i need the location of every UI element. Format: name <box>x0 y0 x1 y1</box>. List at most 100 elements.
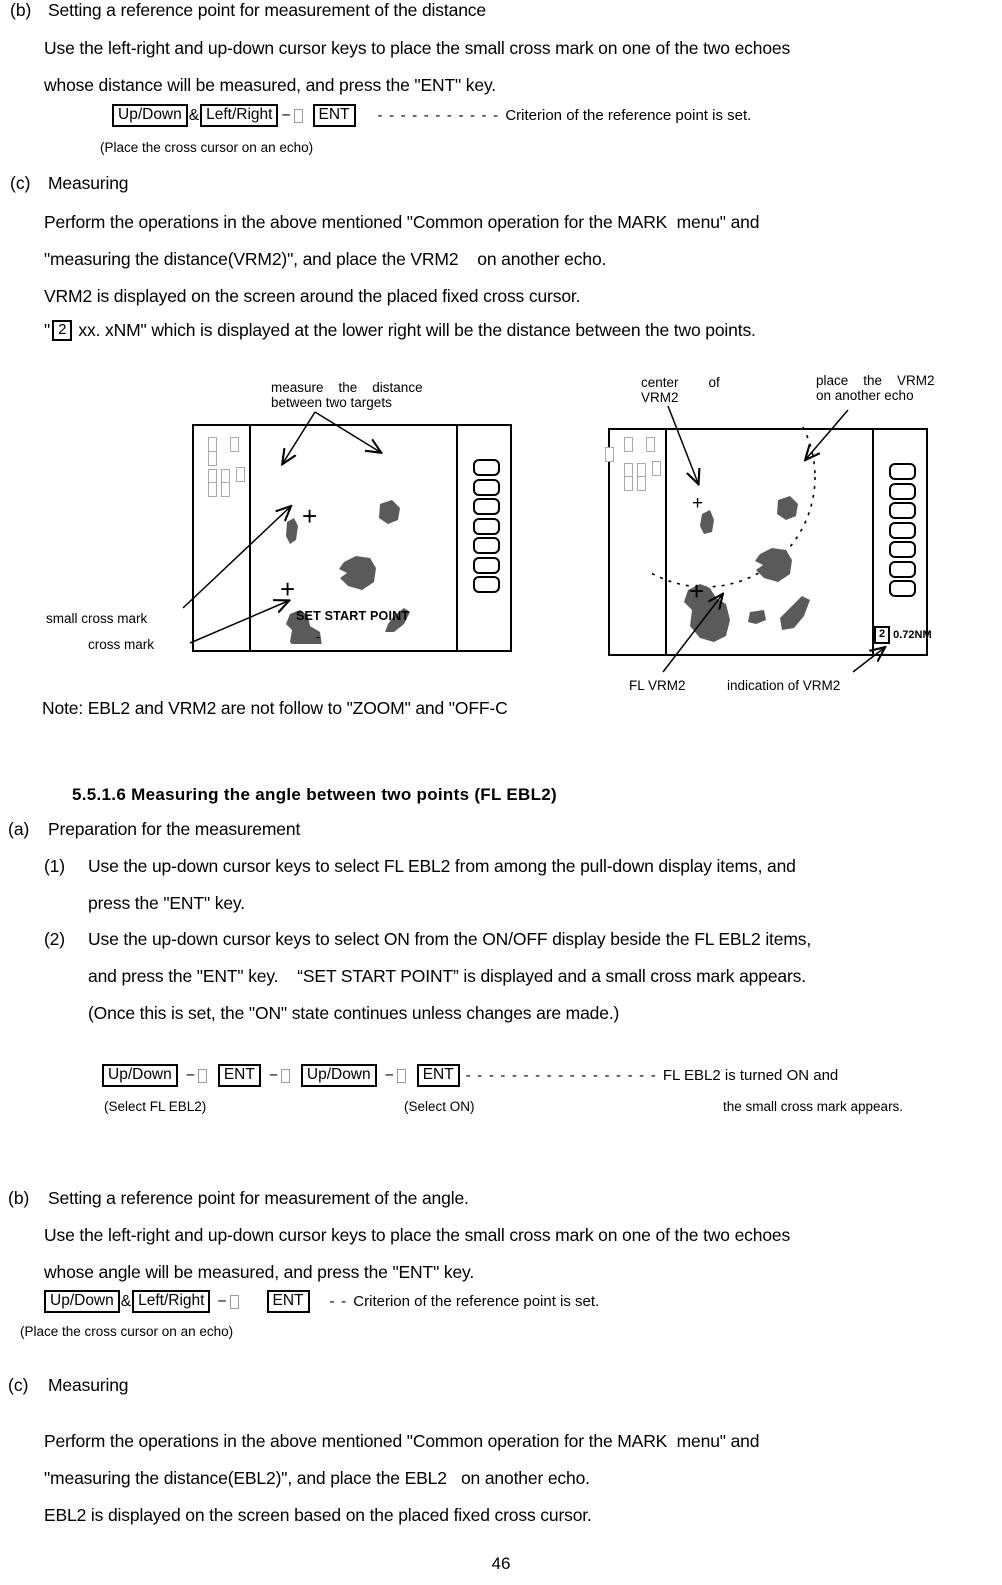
info-glyph-icon <box>230 437 239 452</box>
label-small-cross-mark: small cross mark <box>46 611 148 626</box>
info-glyph-icon <box>624 437 633 452</box>
section-b-angle-title: Setting a reference point for measuremen… <box>48 1188 469 1208</box>
vrm2-index: 2 <box>874 626 891 644</box>
section-a-item1-marker: (1) <box>44 856 65 876</box>
radar-left-divider-1 <box>249 426 251 650</box>
info-glyph-icon <box>624 476 633 491</box>
softkey-7[interactable] <box>889 580 916 597</box>
section-b-angle-line2: whose angle will be measured, and press … <box>44 1262 475 1282</box>
vrm2-center-cross: + <box>692 493 704 514</box>
section-c2-title: Measuring <box>48 1375 129 1395</box>
section-b-marker: (b) <box>10 0 32 20</box>
arrow-missing-glyph-icon <box>229 1294 239 1309</box>
softkey-2[interactable] <box>889 482 916 500</box>
keyflow-sub-select-on: (Select ON) <box>404 1099 475 1114</box>
vrm2-distance-value: 0.72NM <box>893 628 932 641</box>
radar-display-right: + + 2 0.72NM <box>605 422 932 656</box>
figure-right-callout-place: place the VRM2 on another echo <box>816 373 935 404</box>
screen-dash-mark: - <box>316 629 321 644</box>
softkey-strip-left[interactable] <box>473 459 500 593</box>
radar-left-divider-2 <box>456 426 458 650</box>
section-a-item1-line2: press the "ENT" key. <box>88 893 245 913</box>
section-b-angle-subnote: (Place the cross cursor on an echo) <box>20 1324 234 1339</box>
key-up-down-2[interactable]: Up/Down <box>300 1064 377 1088</box>
section-c-line1: Perform the operations in the above ment… <box>44 212 760 232</box>
section-b-line2: whose distance will be measured, and pre… <box>44 75 496 95</box>
note-text: Note: EBL2 and VRM2 are not follow to "Z… <box>42 698 508 718</box>
softkey-6[interactable] <box>889 560 916 578</box>
info-glyph-icon <box>637 476 646 491</box>
section-c2-line3: EBL2 is displayed on the screen based on… <box>44 1505 592 1525</box>
key-ent-2[interactable]: ENT <box>416 1064 460 1088</box>
section-c2-line1: Perform the operations in the above ment… <box>44 1431 760 1451</box>
section-c-marker: (c) <box>10 173 31 193</box>
cursor-cross-small-mark: + <box>280 574 296 604</box>
arrow-missing-glyph-icon <box>280 1068 290 1083</box>
section-a-title: Preparation for the measurement <box>48 819 301 839</box>
softkey-7[interactable] <box>473 576 500 593</box>
softkey-1[interactable] <box>473 459 500 476</box>
label-indication-of-vrm2: indication of VRM2 <box>727 678 841 693</box>
key-sequence-fl-ebl2-on: Up/Down − ENT − Up/Down − ENT - - - - - … <box>102 1064 839 1088</box>
section-b-angle-marker: (b) <box>8 1188 30 1208</box>
softkey-strip-right[interactable] <box>889 463 916 597</box>
softkey-6[interactable] <box>473 556 500 574</box>
info-glyph-icon <box>208 451 217 466</box>
cursor-cross-large: + <box>302 501 318 531</box>
info-glyph-icon <box>208 437 217 452</box>
arrow-missing-glyph-icon <box>197 1068 207 1083</box>
key-left-right[interactable]: Left/Right <box>200 104 279 128</box>
key-dashes: - - - - - - - - - - - - - - - - - <box>465 1067 657 1085</box>
key-up-down-1[interactable]: Up/Down <box>102 1064 178 1088</box>
page-number: 46 <box>491 1554 511 1573</box>
softkey-3[interactable] <box>889 502 916 519</box>
key-minus-2: − <box>268 1066 278 1084</box>
softkey-4[interactable] <box>889 521 916 539</box>
key-result-line1: FL EBL2 is turned ON and <box>662 1067 839 1085</box>
section-a-item2-line1: Use the up-down cursor keys to select ON… <box>88 929 812 949</box>
softkey-1[interactable] <box>889 463 916 480</box>
softkey-2[interactable] <box>473 478 500 496</box>
key-dashes: - - <box>329 1293 348 1311</box>
key-result: Criterion of the reference point is set. <box>353 1293 600 1311</box>
key-ampersand: & <box>120 1292 132 1310</box>
softkey-5[interactable] <box>889 541 916 558</box>
quote-open: " <box>44 319 51 340</box>
keyflow-sub-select-fl-ebl2: (Select FL EBL2) <box>104 1099 207 1114</box>
key-ent[interactable]: ENT <box>312 104 356 128</box>
section-c-line2: "measuring the distance(VRM2)", and plac… <box>44 249 607 269</box>
section-c-line4-suffix: xx. xNM" which is displayed at the lower… <box>78 319 756 340</box>
key-minus-3: − <box>384 1066 394 1084</box>
key-ent-1[interactable]: ENT <box>217 1064 261 1088</box>
section-a-item2-line2: and press the "ENT" key. “SET START POIN… <box>88 966 806 986</box>
figure-right-callout-center: center of VRM2 <box>641 375 720 406</box>
key-left-right[interactable]: Left/Right <box>132 1290 211 1314</box>
key-ent[interactable]: ENT <box>266 1290 310 1314</box>
softkey-3[interactable] <box>473 498 500 515</box>
section-b-title: Setting a reference point for measuremen… <box>48 0 486 20</box>
section-a-item2-line3: (Once this is set, the "ON" state contin… <box>88 1003 620 1023</box>
vrm2-number-box: 2 <box>52 320 73 341</box>
softkey-5[interactable] <box>473 537 500 554</box>
key-sequence-distance: Up/Down & Left/Right − ENT - - - - - - -… <box>112 104 752 128</box>
manual-page: (b) Setting a reference point for measur… <box>0 0 1002 1585</box>
section-c-title: Measuring <box>48 173 129 193</box>
label-cross-mark: cross mark <box>88 637 155 652</box>
set-start-point-label: SET START POINT <box>296 609 410 623</box>
info-glyph-icon <box>208 482 217 497</box>
section-c-line4: " 2 xx. xNM" which is displayed at the l… <box>44 320 756 341</box>
label-fl-vrm2: FL VRM2 <box>629 678 686 693</box>
info-glyph-icon <box>221 482 230 497</box>
key-up-down[interactable]: Up/Down <box>44 1290 120 1314</box>
info-glyph-icon <box>236 467 245 482</box>
key-result: Criterion of the reference point is set. <box>505 107 752 125</box>
softkey-4[interactable] <box>473 517 500 535</box>
section-c-line3: VRM2 is displayed on the screen around t… <box>44 286 581 306</box>
arrow-missing-glyph-icon <box>293 108 303 123</box>
key-up-down[interactable]: Up/Down <box>112 104 188 128</box>
heading-5-5-1-6: 5.5.1.6 Measuring the angle between two … <box>72 785 558 804</box>
key-dashes: - - - - - - - - - - - <box>377 107 500 125</box>
keyflow-result-line2: the small cross mark appears. <box>723 1099 904 1114</box>
vrm2-readout: 2 0.72NM <box>874 626 932 644</box>
section-a-item1-line1: Use the up-down cursor keys to select FL… <box>88 856 796 876</box>
